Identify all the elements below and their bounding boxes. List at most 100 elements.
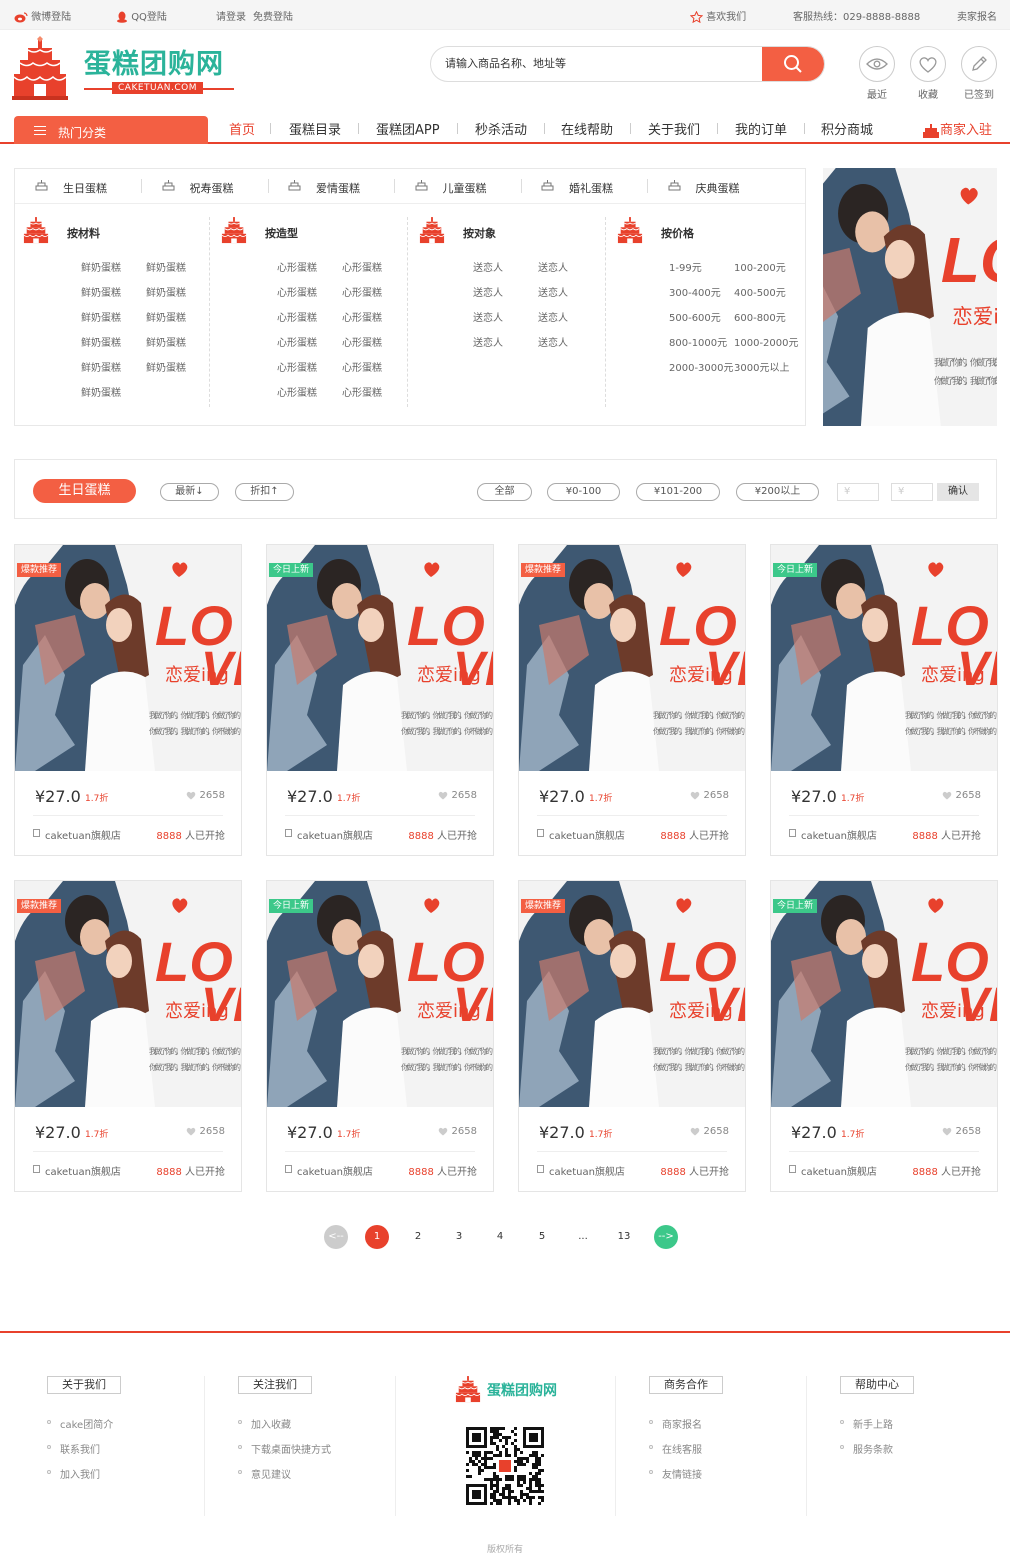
category-link[interactable]: 鲜奶蛋糕 (81, 284, 121, 299)
category-link[interactable]: 100-200元 (734, 259, 786, 274)
top-category-2[interactable]: 祝寿蛋糕 (162, 180, 234, 196)
product-card[interactable]: LOVE恋爱ing我做了你的，你做了我的，你做了你的你做了我的，我做了你的，你不… (266, 880, 494, 1192)
price-confirm-button[interactable]: 确认 (937, 483, 979, 501)
like-count[interactable]: 2658 (942, 790, 981, 801)
max-price-input[interactable]: ¥ (891, 483, 933, 501)
category-link[interactable]: 3000元以上 (734, 359, 789, 374)
nav-orders[interactable]: 我的订单 (735, 119, 787, 138)
search-input[interactable] (445, 47, 755, 81)
footer-link[interactable]: cake团简介 (60, 1416, 113, 1431)
like-count[interactable]: 2658 (186, 1126, 225, 1137)
category-link[interactable]: 心形蛋糕 (342, 359, 382, 374)
category-link[interactable]: 心形蛋糕 (277, 359, 317, 374)
footer-link[interactable]: 商家报名 (662, 1416, 702, 1431)
nav-cake-catalog[interactable]: 蛋糕目录 (289, 119, 341, 138)
product-image[interactable]: LOVE恋爱ing我做了你的，你做了我的，你做了你的你做了我的，我做了你的，你不… (15, 881, 241, 1107)
prev-page-button[interactable]: <-- (324, 1225, 348, 1249)
page-4[interactable]: 4 (488, 1225, 512, 1249)
product-card[interactable]: LOVE恋爱ing我做了你的，你做了我的，你做了你的你做了我的，我做了你的，你不… (266, 544, 494, 856)
page-1[interactable]: 1 (365, 1225, 389, 1249)
price-range-0-100[interactable]: ¥0-100 (547, 483, 620, 501)
nav-home[interactable]: 首页 (229, 119, 255, 138)
category-link[interactable]: 鲜奶蛋糕 (81, 259, 121, 274)
category-link[interactable]: 送恋人 (538, 284, 568, 299)
like-count[interactable]: 2658 (186, 790, 225, 801)
favorites-button[interactable] (910, 46, 946, 82)
like-count[interactable]: 2658 (438, 1126, 477, 1137)
footer-link[interactable]: 加入我们 (60, 1466, 100, 1481)
side-ad-banner[interactable]: LOVE恋爱ing我做了你的，你做了我的，你做了你的你做了我的，我做了你的，你不… (823, 168, 997, 426)
footer-link[interactable]: 服务条款 (853, 1441, 893, 1456)
like-count[interactable]: 2658 (690, 790, 729, 801)
product-image[interactable]: LOVE恋爱ing我做了你的，你做了我的，你做了你的你做了我的，我做了你的，你不… (15, 545, 241, 771)
footer-link[interactable]: 下载桌面快捷方式 (251, 1441, 331, 1456)
footer-link[interactable]: 意见建议 (251, 1466, 291, 1481)
nav-about[interactable]: 关于我们 (648, 119, 700, 138)
product-image[interactable]: LOVE恋爱ing我做了你的，你做了我的，你做了你的你做了我的，我做了你的，你不… (771, 545, 997, 771)
shop-name[interactable]: caketuan旗舰店 (45, 827, 121, 842)
category-link[interactable]: 送恋人 (473, 334, 503, 349)
footer-link[interactable]: 新手上路 (853, 1416, 893, 1431)
category-link[interactable]: 送恋人 (473, 284, 503, 299)
qq-login-link[interactable]: QQ登陆 (116, 8, 167, 23)
page-13[interactable]: 13 (612, 1225, 636, 1249)
sort-newest-button[interactable]: 最新↓ (160, 483, 219, 501)
product-image[interactable]: LOVE恋爱ing我做了你的，你做了我的，你做了你的你做了我的，我做了你的，你不… (267, 881, 493, 1107)
top-category-6[interactable]: 庆典蛋糕 (668, 180, 740, 196)
footer-link[interactable]: 在线客服 (662, 1441, 702, 1456)
shop-name[interactable]: caketuan旗舰店 (801, 827, 877, 842)
price-range-200-plus[interactable]: ¥200以上 (736, 483, 819, 501)
category-link[interactable]: 送恋人 (473, 259, 503, 274)
category-link[interactable]: 心形蛋糕 (277, 259, 317, 274)
next-page-button[interactable]: --> (654, 1225, 678, 1249)
price-range-all[interactable]: 全部 (477, 483, 532, 501)
seller-signup-link[interactable]: 卖家报名 (957, 8, 997, 23)
category-link[interactable]: 鲜奶蛋糕 (146, 334, 186, 349)
recent-button[interactable] (859, 46, 895, 82)
nav-merchant[interactable]: 商家入驻 (922, 119, 992, 139)
category-link[interactable]: 1000-2000元 (734, 334, 799, 349)
category-link[interactable]: 心形蛋糕 (277, 334, 317, 349)
nav-app[interactable]: 蛋糕团APP (376, 119, 440, 138)
top-category-3[interactable]: 爱情蛋糕 (288, 180, 360, 196)
register-link[interactable]: 免费登陆 (253, 8, 293, 23)
category-link[interactable]: 心形蛋糕 (342, 384, 382, 399)
category-link[interactable]: 心形蛋糕 (342, 259, 382, 274)
category-link[interactable]: 鲜奶蛋糕 (81, 384, 121, 399)
footer-link[interactable]: 友情链接 (662, 1466, 702, 1481)
category-link[interactable]: 送恋人 (473, 309, 503, 324)
product-image[interactable]: LOVE恋爱ing我做了你的，你做了我的，你做了你的你做了我的，我做了你的，你不… (519, 881, 745, 1107)
category-link[interactable]: 心形蛋糕 (277, 284, 317, 299)
product-image[interactable]: LOVE恋爱ing我做了你的，你做了我的，你做了你的你做了我的，我做了你的，你不… (771, 881, 997, 1107)
sort-discount-button[interactable]: 折扣↑ (235, 483, 294, 501)
category-link[interactable]: 心形蛋糕 (342, 284, 382, 299)
shop-name[interactable]: caketuan旗舰店 (297, 827, 373, 842)
footer-link[interactable]: 联系我们 (60, 1441, 100, 1456)
top-category-5[interactable]: 婚礼蛋糕 (541, 180, 613, 196)
category-link[interactable]: 300-400元 (669, 284, 721, 299)
page-5[interactable]: 5 (530, 1225, 554, 1249)
category-link[interactable]: 鲜奶蛋糕 (81, 334, 121, 349)
current-category-button[interactable]: 生日蛋糕 (33, 479, 136, 503)
category-link[interactable]: 鲜奶蛋糕 (146, 284, 186, 299)
category-link[interactable]: 2000-3000元 (669, 359, 734, 374)
category-link[interactable]: 送恋人 (538, 334, 568, 349)
category-link[interactable]: 鲜奶蛋糕 (81, 359, 121, 374)
min-price-input[interactable]: ¥ (837, 483, 879, 501)
shop-name[interactable]: caketuan旗舰店 (549, 1163, 625, 1178)
like-count[interactable]: 2658 (438, 790, 477, 801)
product-card[interactable]: LOVE恋爱ing我做了你的，你做了我的，你做了你的你做了我的，我做了你的，你不… (518, 544, 746, 856)
price-range-101-200[interactable]: ¥101-200 (636, 483, 720, 501)
shop-name[interactable]: caketuan旗舰店 (297, 1163, 373, 1178)
favorite-link[interactable]: 喜欢我们 (690, 8, 746, 23)
page-3[interactable]: 3 (447, 1225, 471, 1249)
category-link[interactable]: 送恋人 (538, 259, 568, 274)
nav-help[interactable]: 在线帮助 (561, 119, 613, 138)
footer-logo[interactable]: 蛋糕团购网 (455, 1376, 575, 1406)
product-card[interactable]: LOVE恋爱ing我做了你的，你做了我的，你做了你的你做了我的，我做了你的，你不… (518, 880, 746, 1192)
product-image[interactable]: LOVE恋爱ing我做了你的，你做了我的，你做了你的你做了我的，我做了你的，你不… (267, 545, 493, 771)
checkin-button[interactable] (961, 46, 997, 82)
login-link[interactable]: 请登录 (216, 8, 246, 23)
search-button[interactable] (762, 47, 824, 81)
site-logo[interactable]: 蛋糕团购网 CAKETUAN.COM (12, 36, 242, 104)
